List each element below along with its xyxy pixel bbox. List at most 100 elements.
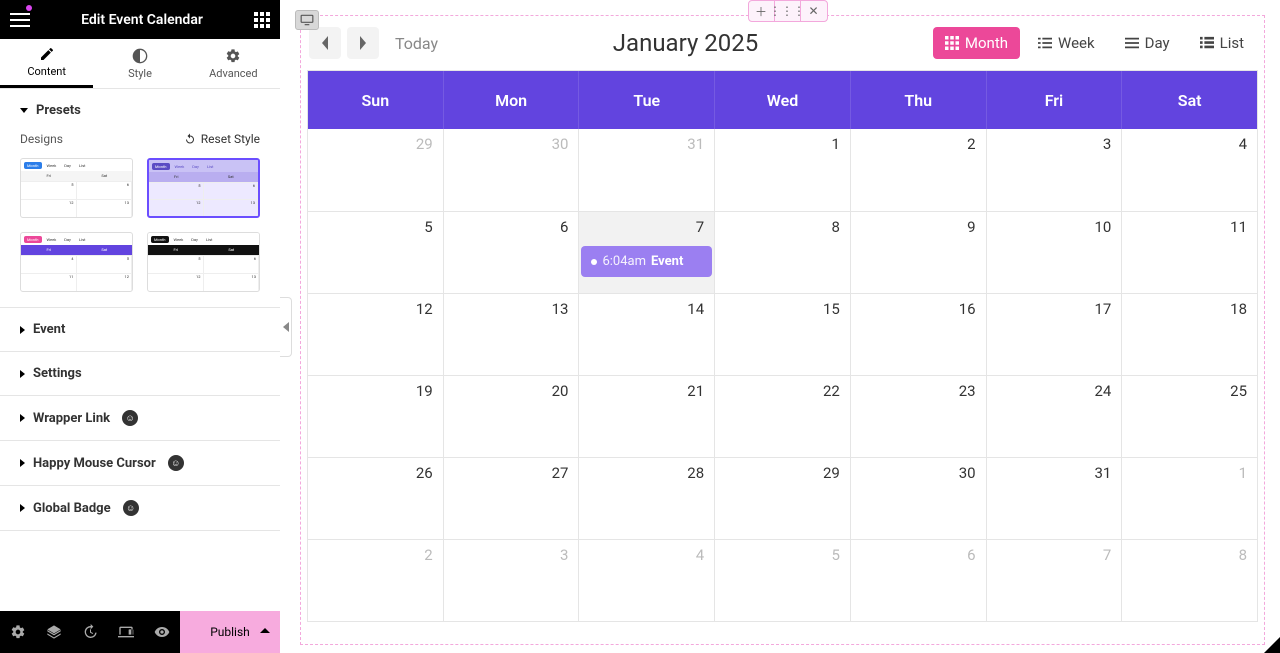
chevron-left-icon — [283, 322, 289, 332]
calendar-day-cell[interactable]: 10 — [987, 212, 1123, 293]
device-desktop-badge[interactable] — [295, 10, 319, 30]
calendar-day-cell[interactable]: 27 — [444, 458, 580, 539]
calendar-today-button[interactable]: Today — [395, 34, 438, 53]
calendar-date-number: 17 — [1094, 300, 1111, 318]
sidebar-collapse-handle[interactable] — [280, 297, 292, 357]
calendar-date-number: 20 — [552, 382, 569, 400]
widget-drag-handle[interactable]: ⋮⋮⋮ — [775, 1, 801, 21]
view-list-button[interactable]: List — [1188, 27, 1256, 59]
preset-4[interactable]: MonthWeekDayList FriSat 561213 — [147, 232, 260, 292]
view-week-button[interactable]: Week — [1026, 27, 1107, 59]
calendar-day-cell[interactable]: 2 — [308, 540, 444, 621]
view-day-button[interactable]: Day — [1113, 27, 1182, 59]
calendar-day-cell[interactable]: 28 — [579, 458, 715, 539]
content-panel: Presets Designs Reset Style MonthWeekDay… — [0, 89, 280, 611]
section-event: Event — [0, 308, 280, 352]
event-calendar-widget[interactable]: Today January 2025 Month Week Day — [300, 15, 1265, 645]
section-settings-header[interactable]: Settings — [0, 352, 280, 395]
section-happy-mouse-header[interactable]: Happy Mouse Cursor ☺ — [0, 441, 280, 485]
preset-2[interactable]: MonthWeekDayList FriSat 561213 — [147, 158, 260, 218]
calendar-day-cell[interactable]: 29 — [308, 129, 444, 211]
widget-close-button[interactable]: ✕ — [801, 1, 827, 21]
pencil-icon — [39, 46, 55, 62]
view-day-label: Day — [1145, 34, 1170, 52]
tab-advanced[interactable]: Advanced — [187, 39, 280, 88]
section-wrapper-link-header[interactable]: Wrapper Link ☺ — [0, 396, 280, 440]
calendar-day-cell[interactable]: 31 — [987, 458, 1123, 539]
layers-icon — [46, 624, 62, 640]
calendar-day-cell[interactable]: 23 — [851, 376, 987, 457]
calendar-day-cell[interactable]: 17 — [987, 294, 1123, 375]
list-icon — [1038, 36, 1052, 50]
calendar-day-cell[interactable]: 29 — [715, 458, 851, 539]
calendar-day-cell[interactable]: 1 — [1122, 458, 1257, 539]
calendar-day-cell[interactable]: 3 — [444, 540, 580, 621]
calendar-day-cell[interactable]: 24 — [987, 376, 1123, 457]
preset-1[interactable]: MonthWeekDayList FriSat 561213 — [20, 158, 133, 218]
calendar-day-cell[interactable]: 8 — [715, 212, 851, 293]
footer-responsive-button[interactable] — [108, 611, 144, 653]
footer-history-button[interactable] — [72, 611, 108, 653]
calendar-date-number: 22 — [823, 382, 840, 400]
publish-button[interactable]: Publish — [180, 611, 280, 653]
hamburger-icon[interactable] — [10, 13, 30, 27]
calendar-day-cell[interactable]: 20 — [444, 376, 580, 457]
footer-navigator-button[interactable] — [36, 611, 72, 653]
calendar-day-cell[interactable]: 15 — [715, 294, 851, 375]
calendar-day-cell[interactable]: 4 — [579, 540, 715, 621]
calendar-day-cell[interactable]: 26 — [308, 458, 444, 539]
calendar-day-cell[interactable]: 14 — [579, 294, 715, 375]
preset-3[interactable]: MonthWeekDayList FriSat 451112 — [20, 232, 133, 292]
calendar-day-cell[interactable]: 9 — [851, 212, 987, 293]
calendar-day-cell[interactable]: 2 — [851, 129, 987, 211]
calendar-day-cell[interactable]: 16 — [851, 294, 987, 375]
calendar-day-cell[interactable]: 6 — [851, 540, 987, 621]
calendar-week-row: 5676:04amEvent89 10 11 — [308, 211, 1257, 293]
calendar-day-cell[interactable]: 30 — [851, 458, 987, 539]
calendar-day-cell[interactable]: 11 — [1122, 212, 1257, 293]
section-global-badge-header[interactable]: Global Badge ☺ — [0, 486, 280, 530]
calendar-day-cell[interactable]: 19 — [308, 376, 444, 457]
calendar-day-cell[interactable]: 18 — [1122, 294, 1257, 375]
calendar-day-cell[interactable]: 4 — [1122, 129, 1257, 211]
section-event-header[interactable]: Event — [0, 308, 280, 351]
calendar-day-cell[interactable]: 12 — [308, 294, 444, 375]
calendar-date-number: 25 — [1230, 382, 1247, 400]
footer-preview-button[interactable] — [144, 611, 180, 653]
section-presets-title: Presets — [36, 103, 81, 118]
calendar-event[interactable]: 6:04amEvent — [581, 246, 712, 277]
view-month-button[interactable]: Month — [933, 27, 1020, 59]
tab-advanced-label: Advanced — [209, 67, 257, 80]
apps-grid-icon[interactable] — [254, 12, 270, 28]
tab-content[interactable]: Content — [0, 39, 93, 88]
gear-icon — [10, 624, 26, 640]
resize-handle-icon[interactable] — [1264, 637, 1280, 653]
calendar-date-number: 24 — [1094, 382, 1111, 400]
calendar-next-button[interactable] — [347, 27, 379, 59]
calendar-day-cell[interactable]: 30 — [444, 129, 580, 211]
calendar-day-cell[interactable]: 5 — [715, 540, 851, 621]
calendar-date-number: 10 — [1094, 218, 1111, 236]
calendar-prev-button[interactable] — [309, 27, 341, 59]
calendar-day-cell[interactable]: 31 — [579, 129, 715, 211]
calendar-day-cell[interactable]: 25 — [1122, 376, 1257, 457]
calendar-day-cell[interactable]: 76:04amEvent — [579, 212, 715, 293]
calendar-day-cell[interactable]: 5 — [308, 212, 444, 293]
calendar-day-cell[interactable]: 6 — [444, 212, 580, 293]
designs-label: Designs — [20, 132, 63, 146]
reset-style-button[interactable]: Reset Style — [184, 132, 260, 146]
section-settings: Settings — [0, 352, 280, 396]
tab-style[interactable]: Style — [93, 39, 186, 88]
calendar-day-cell[interactable]: 22 — [715, 376, 851, 457]
calendar-date-number: 29 — [823, 464, 840, 482]
calendar-day-cell[interactable]: 7 — [987, 540, 1123, 621]
calendar-day-cell[interactable]: 1 — [715, 129, 851, 211]
calendar-day-cell[interactable]: 21 — [579, 376, 715, 457]
caret-up-icon[interactable] — [260, 625, 270, 639]
calendar-day-cell[interactable]: 8 — [1122, 540, 1257, 621]
footer-settings-button[interactable] — [0, 611, 36, 653]
calendar-day-cell[interactable]: 13 — [444, 294, 580, 375]
view-month-label: Month — [965, 34, 1008, 52]
section-presets-header[interactable]: Presets — [0, 89, 280, 132]
calendar-day-cell[interactable]: 3 — [987, 129, 1123, 211]
